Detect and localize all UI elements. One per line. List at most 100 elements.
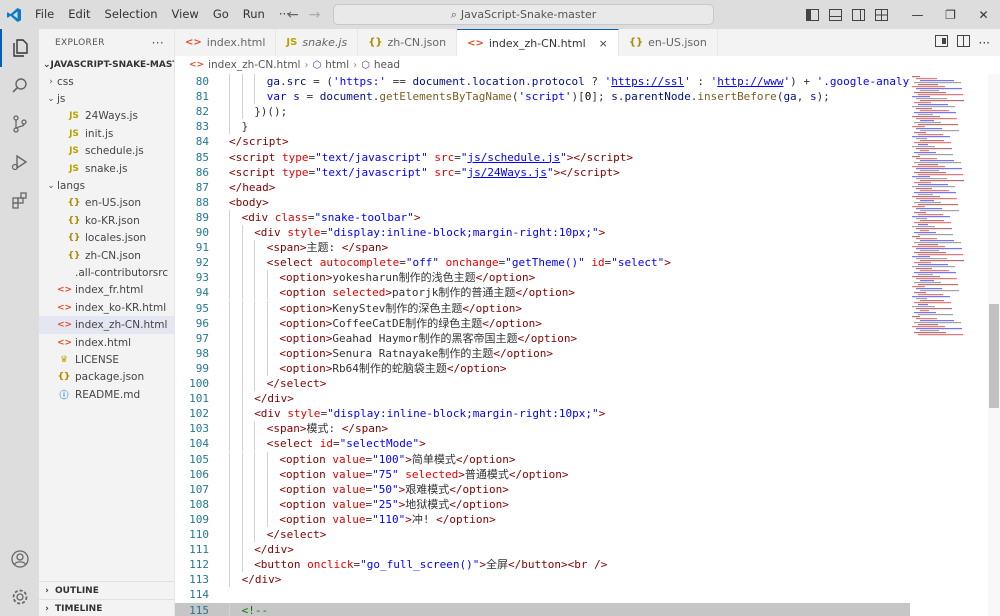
code-text: <option>Rb64制作的蛇脑袋主题</option> <box>279 361 507 375</box>
menu-item-file[interactable]: File <box>28 0 61 29</box>
tree-file[interactable]: {} zh-CN.json <box>39 247 174 264</box>
indent-guide <box>241 270 243 286</box>
minimap-line <box>920 290 959 292</box>
minimap-line <box>918 244 938 246</box>
tree-item-label: ko-KR.json <box>85 214 140 227</box>
tree-folder[interactable]: › css <box>39 73 174 90</box>
tree-file[interactable]: JS 24Ways.js <box>39 108 174 125</box>
indent-guide <box>254 496 256 512</box>
back-arrow-icon[interactable]: ← <box>287 7 299 23</box>
tree-file[interactable]: JS init.js <box>39 125 174 142</box>
minimap-line <box>920 120 934 122</box>
tree-file[interactable]: {} en-US.json <box>39 195 174 212</box>
code-text: <option value="110">冲! </option> <box>279 512 496 526</box>
line-number: 95 <box>195 301 209 315</box>
minimize-icon[interactable]: — <box>901 0 934 29</box>
code-line: 113 </div> <box>175 572 910 588</box>
tree-file[interactable]: JS schedule.js <box>39 143 174 160</box>
tab-en-us-json[interactable]: {} en-US.json <box>619 29 718 56</box>
tree-file[interactable]: .all-contributorsrc <box>39 264 174 281</box>
line-number: 104 <box>189 437 209 451</box>
code-line: 112 <button onclick="go_full_screen()">全屏… <box>175 557 910 573</box>
source-control-icon[interactable] <box>0 105 39 143</box>
restore-icon[interactable]: ❐ <box>934 0 967 29</box>
tree-folder[interactable]: ⌄ langs <box>39 177 174 194</box>
tab-list: <> index.html JS snake.js {} zh-CN.json <> inde… <box>175 29 718 56</box>
toggle-panel-icon[interactable] <box>824 0 847 29</box>
minimap-line <box>920 100 964 102</box>
explorer-icon[interactable] <box>0 29 39 67</box>
tree-file[interactable]: <> index_zh-CN.html <box>39 316 174 334</box>
tree-file[interactable]: <> index_ko-KR.html <box>39 299 174 316</box>
indent-guide <box>254 421 256 437</box>
breadcrumb-html[interactable]: html <box>325 59 349 71</box>
explorer-title: EXPLORER <box>55 37 105 48</box>
minimap[interactable] <box>910 74 988 616</box>
outline-section[interactable]: › OUTLINE <box>39 581 174 599</box>
breadcrumb-file[interactable]: index_zh-CN.html <box>208 59 300 71</box>
close-tab-icon[interactable]: × <box>599 37 608 50</box>
info-file-icon: ⓘ <box>59 391 69 402</box>
indent-guide <box>254 511 256 527</box>
minimap-line <box>918 164 938 166</box>
element-icon: ⬡ <box>361 59 370 71</box>
tab-zh-cn-json[interactable]: {} zh-CN.json <box>358 29 458 56</box>
editor-scrollbar[interactable] <box>988 74 1000 616</box>
menu-item-go[interactable]: Go <box>206 0 236 29</box>
breadcrumb-head[interactable]: head <box>374 59 400 71</box>
toggle-secondary-sidebar-icon[interactable] <box>847 0 870 29</box>
tree-file[interactable]: JS snake.js <box>39 160 174 177</box>
tree-file[interactable]: ♛ LICENSE <box>39 351 174 368</box>
tree-file[interactable]: {} package.json <box>39 369 174 386</box>
menu-item-view[interactable]: View <box>165 0 206 29</box>
tree-file[interactable]: ⓘ README.md <box>39 386 174 403</box>
run-debug-icon[interactable] <box>0 143 39 181</box>
forward-arrow-icon[interactable]: → <box>309 7 321 23</box>
indent-guide <box>254 527 256 543</box>
menu-item-edit[interactable]: Edit <box>61 0 97 29</box>
outline-label: OUTLINE <box>55 585 99 596</box>
command-center-search[interactable]: ⌕ JavaScript-Snake-master <box>333 4 714 25</box>
tree-folder[interactable]: ⌄ js <box>39 90 174 107</box>
title-bar: File Edit Selection View Go Run ··· ← → ⌕ Java… <box>0 0 1000 29</box>
code-editor[interactable]: 80 ga.src = ('https:' == document.locatio… <box>175 74 910 616</box>
line-number: 85 <box>195 150 209 164</box>
minimap-line <box>916 88 962 90</box>
minimap-line <box>920 200 934 202</box>
tab-index-zh-cn-html[interactable]: <> index_zh-CN.html × <box>457 29 619 56</box>
minimap-line <box>918 224 928 226</box>
toggle-sidebar-icon[interactable] <box>801 0 824 29</box>
more-actions-icon[interactable]: ··· <box>979 36 990 50</box>
menu-bar: File Edit Selection View Go Run ··· <box>28 0 297 29</box>
workspace-root[interactable]: ⌄ JAVASCRIPT-SNAKE-MAST... <box>39 56 174 73</box>
scrollbar-thumb[interactable] <box>989 304 999 408</box>
open-preview-icon[interactable] <box>934 35 948 50</box>
customize-layout-icon[interactable] <box>870 0 893 29</box>
line-number: 105 <box>189 452 209 466</box>
code-line: 81 var s = document.getElementsByTagName(… <box>175 89 910 105</box>
chevron-down-icon: ⌄ <box>47 181 55 192</box>
code-line: 91 <span>主题: </span> <box>175 240 910 256</box>
close-window-icon[interactable]: ✕ <box>967 0 1000 29</box>
search-icon[interactable] <box>0 67 39 105</box>
indent-guide <box>266 466 268 482</box>
settings-gear-icon[interactable] <box>0 578 39 616</box>
minimap-line <box>918 184 948 186</box>
tree-file[interactable]: <> index.html <box>39 334 174 351</box>
minimap-line <box>914 202 941 204</box>
tree-file[interactable]: <> index_fr.html <box>39 282 174 299</box>
indent-guide <box>254 360 256 376</box>
extensions-icon[interactable] <box>0 181 39 219</box>
split-editor-icon[interactable] <box>956 35 970 50</box>
tab-index-html[interactable]: <> index.html <box>175 29 277 56</box>
tree-file[interactable]: {} ko-KR.json <box>39 212 174 229</box>
tab-snake-js[interactable]: JS snake.js <box>276 29 359 56</box>
menu-item-selection[interactable]: Selection <box>98 0 165 29</box>
minimap-line <box>916 128 942 130</box>
explorer-more-icon[interactable]: ··· <box>152 36 164 50</box>
tree-file[interactable]: {} locales.json <box>39 230 174 247</box>
menu-item-run[interactable]: Run <box>236 0 272 29</box>
minimap-line <box>914 122 941 124</box>
account-icon[interactable] <box>0 540 39 578</box>
timeline-section[interactable]: › TIMELINE <box>39 599 174 616</box>
